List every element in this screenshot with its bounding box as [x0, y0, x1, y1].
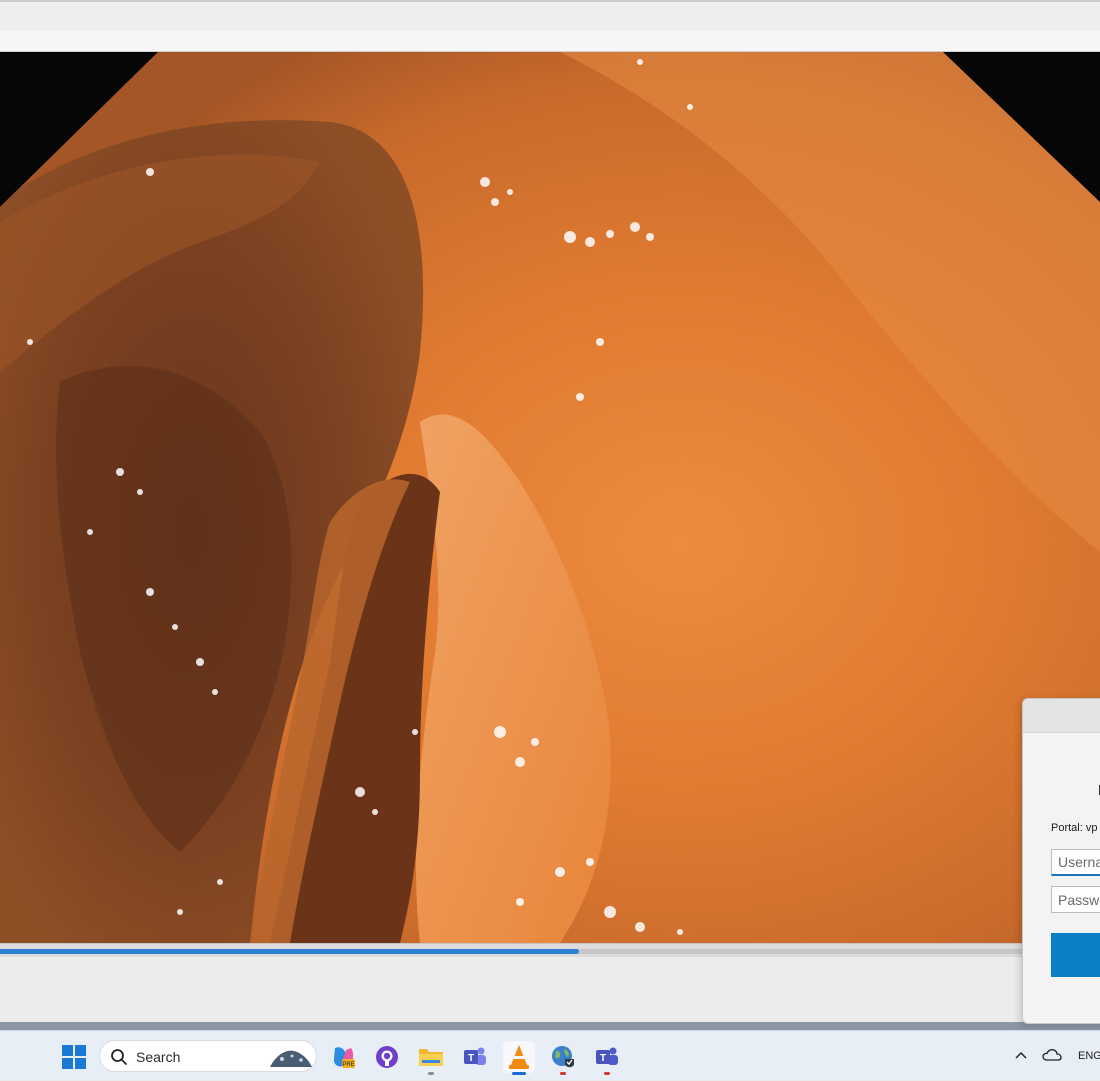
vlc-icon — [509, 1045, 529, 1069]
window-titlebar[interactable] — [0, 0, 1100, 31]
dialog-titlebar[interactable] — [1023, 699, 1100, 733]
password-input[interactable] — [1051, 886, 1100, 913]
taskbar-teams[interactable]: T — [459, 1041, 491, 1073]
teams-icon: T — [464, 1047, 486, 1065]
input-language-indicator[interactable]: ENG — [1078, 1050, 1100, 1062]
seek-progress-fill — [0, 949, 579, 954]
taskbar-globe-vpn[interactable] — [547, 1041, 579, 1075]
globe-vpn-icon — [552, 1046, 574, 1068]
system-tray: ENG — [1000, 1031, 1100, 1081]
vpn-login-dialog: Portal: vp — [1022, 698, 1100, 1024]
alert-indicator — [560, 1072, 566, 1075]
username-input[interactable] — [1051, 849, 1100, 876]
search-highlight-icon — [270, 1050, 312, 1067]
taskbar-search-box[interactable]: Search — [99, 1040, 317, 1072]
connect-button[interactable] — [1051, 933, 1100, 977]
active-indicator — [512, 1072, 526, 1075]
copilot-icon: PRE — [333, 1047, 355, 1068]
svg-text:T: T — [600, 1053, 606, 1064]
alert-indicator — [604, 1072, 610, 1075]
taskbar-vlc[interactable] — [503, 1041, 535, 1075]
taskbar-github[interactable] — [371, 1041, 403, 1073]
windows-taskbar: Search PRE T T ENG — [0, 1030, 1100, 1080]
taskbar-file-explorer[interactable] — [415, 1041, 447, 1075]
window-toolbar — [0, 31, 1100, 52]
desktop-background-strip — [0, 1022, 1100, 1030]
chevron-up-icon[interactable] — [1014, 1050, 1028, 1060]
teams-work-icon: T — [596, 1047, 618, 1065]
running-indicator — [428, 1072, 434, 1075]
start-button[interactable] — [58, 1041, 90, 1073]
seek-track[interactable] — [0, 949, 1100, 954]
taskbar-copilot[interactable]: PRE — [327, 1041, 359, 1073]
svg-text:T: T — [468, 1053, 474, 1064]
video-frame[interactable] — [0, 52, 1100, 943]
portal-label: Portal: vp — [1051, 822, 1098, 834]
onedrive-cloud-icon[interactable] — [1042, 1048, 1062, 1062]
search-icon — [111, 1049, 127, 1065]
svg-text:PRE: PRE — [342, 1062, 354, 1068]
player-controls-bar — [0, 957, 1100, 1023]
file-explorer-icon — [419, 1049, 443, 1066]
search-placeholder: Search — [136, 1049, 181, 1065]
taskbar-teams-work[interactable]: T — [591, 1041, 623, 1075]
start-icon — [62, 1045, 86, 1069]
seek-bar[interactable] — [0, 943, 1100, 957]
github-icon — [376, 1046, 398, 1068]
endoscopy-video-image — [0, 52, 1100, 943]
